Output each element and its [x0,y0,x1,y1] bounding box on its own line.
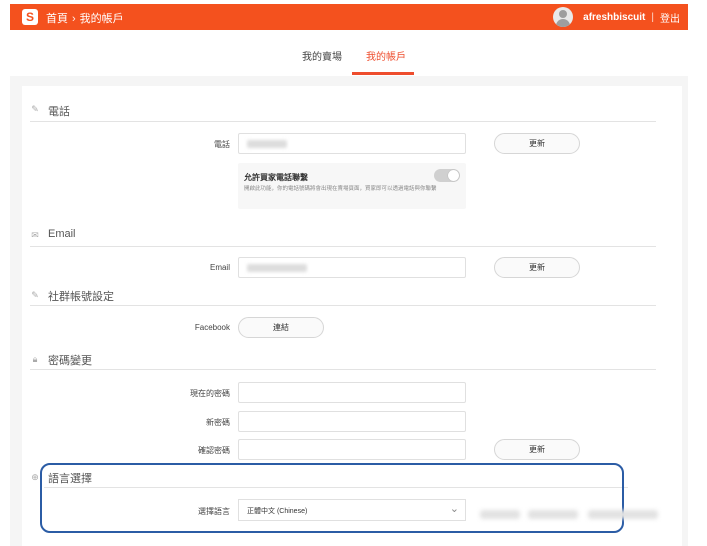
password-update-button[interactable]: 更新 [494,439,580,460]
section-divider [30,246,656,247]
header-divider: | [651,11,654,23]
new-password-label: 新密碼 [206,418,230,427]
top-header: S 首頁 › 我的帳戶 afreshbiscuit | 登出 [10,4,688,30]
avatar[interactable] [553,7,574,27]
tab-my-shop[interactable]: 我的賣場 [302,48,342,63]
email-update-button[interactable]: 更新 [494,257,580,278]
facebook-label: Facebook [194,323,230,332]
account-tabs: 我的賣場 我的帳戶 [10,30,688,77]
tab-my-account[interactable]: 我的帳戶 [366,48,406,63]
breadcrumb-home-link[interactable]: 首頁 [46,13,68,25]
lock-icon: 🔒︎ [32,354,38,364]
phone-update-button[interactable]: 更新 [494,133,580,154]
username-link[interactable]: afreshbiscuit [583,12,645,23]
language-highlight-annotation [40,463,624,533]
breadcrumb-separator: › [72,13,76,25]
new-password-field[interactable] [238,411,466,432]
section-title-phone: 電話 [48,106,70,118]
redacted-phone [247,140,287,148]
section-title-email: Email [48,228,76,240]
section-divider [30,369,656,370]
watermark-blur [480,510,520,519]
phone-field[interactable] [238,133,466,154]
current-password-label: 現在的密碼 [190,389,230,398]
phone-label: 電話 [214,140,230,149]
mail-icon: ✉ [31,230,39,240]
link-icon: ✎ [31,290,39,300]
globe-icon: ⊕ [31,472,39,482]
user-menu: afreshbiscuit | 登出 [553,7,680,27]
section-title-social: 社群帳號設定 [48,291,114,303]
facebook-connect-button[interactable]: 連結 [238,317,324,338]
current-password-field[interactable] [238,382,466,403]
email-field[interactable] [238,257,466,278]
email-label: Email [209,263,230,272]
breadcrumb-current: 我的帳戶 [79,13,124,25]
breadcrumb: 首頁 › 我的帳戶 [46,10,124,26]
shopee-logo-icon[interactable]: S [22,9,38,25]
watermark-blur [588,510,658,519]
allow-phone-contact-title: 允許買家電話聯繫 [244,173,308,182]
phone-icon: ✎ [31,104,39,114]
confirm-password-field[interactable] [238,439,466,460]
section-title-password: 密碼變更 [48,355,92,367]
allow-phone-contact-toggle[interactable] [434,169,460,182]
section-divider [30,305,656,306]
logout-link[interactable]: 登出 [660,10,680,25]
section-divider [30,121,656,122]
active-tab-indicator [352,72,414,75]
allow-phone-contact-desc: 開啟此功能，你的電話號碼將會出現在賣場頁面，買家即可以透過電話與你聯繫 [244,186,437,192]
confirm-password-label: 確認密碼 [198,446,230,455]
redacted-email [247,264,307,272]
watermark-blur [528,510,578,519]
allow-phone-contact-box: 允許買家電話聯繫 開啟此功能，你的電話號碼將會出現在賣場頁面，買家即可以透過電話… [238,163,466,209]
